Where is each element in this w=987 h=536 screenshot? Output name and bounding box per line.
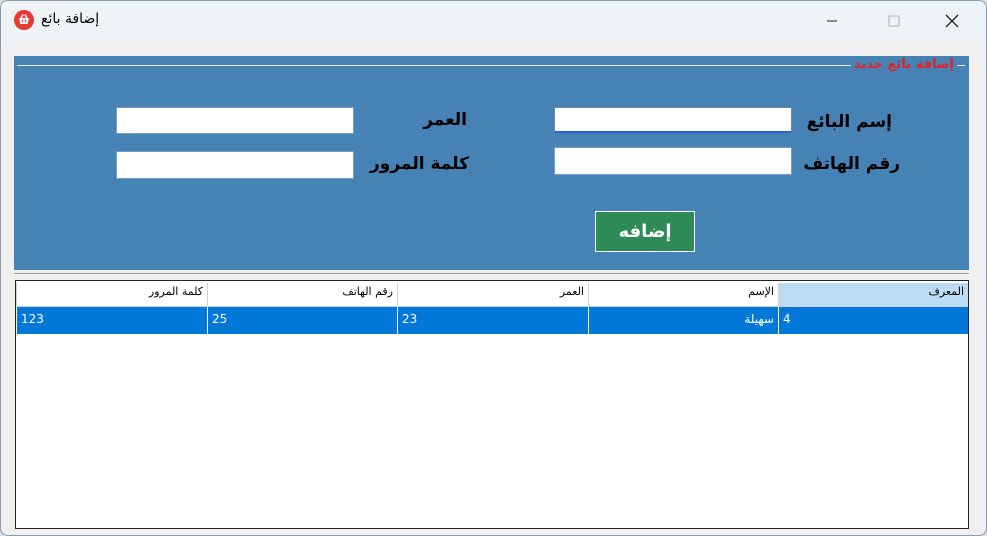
title-bar: إضافة بائع	[1, 1, 986, 41]
groupbox-border	[17, 65, 965, 66]
column-header-age[interactable]: العمر	[397, 283, 588, 307]
age-input[interactable]	[116, 107, 354, 134]
seller-name-input[interactable]	[554, 107, 792, 133]
cell-age[interactable]: 23	[397, 307, 588, 334]
phone-input[interactable]	[554, 147, 792, 175]
sellers-grid[interactable]: المعرف الإسم العمر رقم الهاتف كلمة المرو…	[15, 280, 969, 529]
maximize-button[interactable]	[871, 1, 917, 41]
cell-password[interactable]: 123	[16, 307, 207, 334]
groupbox-title: إضافة بائع جديد	[850, 57, 957, 72]
window-title: إضافة بائع	[41, 11, 100, 27]
minimize-icon	[827, 20, 837, 22]
add-seller-panel: إضافة بائع جديد إسم البائع العمر رقم اله…	[14, 56, 969, 270]
password-input[interactable]	[116, 151, 354, 179]
cell-name[interactable]: سهيلة	[588, 307, 778, 334]
separator	[14, 273, 969, 274]
password-label: كلمة المرور	[370, 154, 469, 174]
column-header-phone[interactable]: رقم الهاتف	[207, 283, 397, 307]
phone-label: رقم الهاتف	[803, 154, 900, 174]
maximize-icon	[888, 15, 900, 27]
column-header-password[interactable]: كلمة المرور	[16, 283, 207, 307]
close-icon	[945, 14, 959, 28]
shopping-basket-icon	[14, 10, 34, 30]
table-row[interactable]: 4 سهيلة 23 25 123	[16, 307, 968, 334]
cell-phone[interactable]: 25	[207, 307, 397, 334]
window: إضافة بائع إضافة بائع جديد إسم البائع ال…	[0, 0, 987, 536]
age-label: العمر	[423, 110, 467, 130]
add-button[interactable]: إضافه	[595, 211, 695, 252]
close-button[interactable]	[929, 1, 975, 41]
minimize-button[interactable]	[809, 1, 855, 41]
column-header-id[interactable]: المعرف	[778, 283, 968, 307]
column-header-name[interactable]: الإسم	[588, 283, 778, 307]
cell-id[interactable]: 4	[778, 307, 968, 334]
grid-header: المعرف الإسم العمر رقم الهاتف كلمة المرو…	[16, 283, 968, 307]
seller-name-label: إسم البائع	[806, 112, 892, 132]
